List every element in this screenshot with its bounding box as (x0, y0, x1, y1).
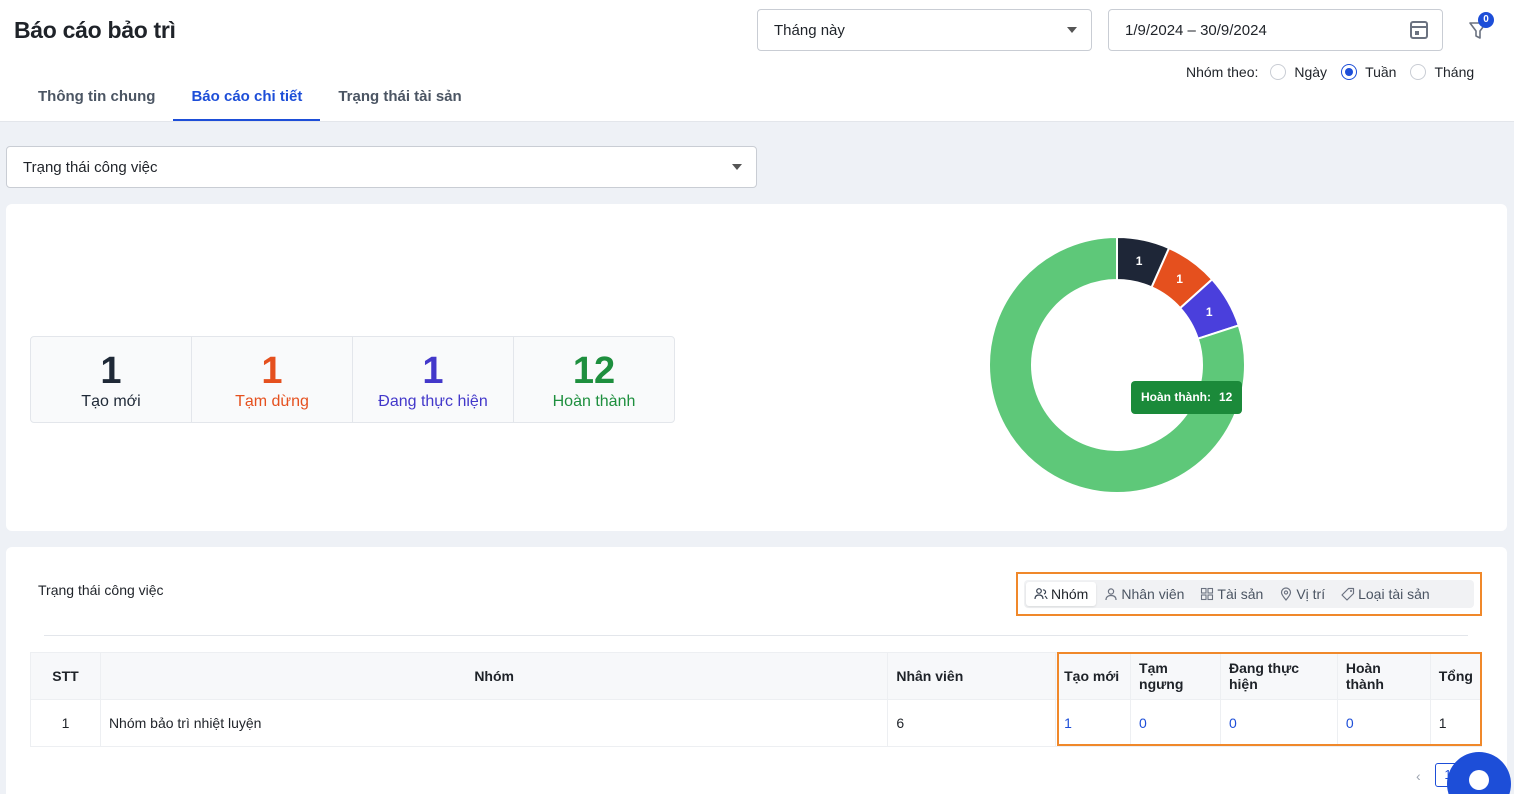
donut-slice-label-3: 12 (980, 430, 991, 444)
radio-week[interactable]: Tuần (1341, 64, 1396, 80)
stat-new: 1 Tạo mới (31, 337, 192, 422)
stat-in-progress: 1 Đang thực hiện (353, 337, 514, 422)
status-donut-chart: 1 1 1 12 (980, 235, 1246, 494)
tooltip-label: Hoàn thành: (1141, 390, 1211, 404)
table-header-row: STT Nhóm Nhân viên Tạo mới Tạm ngưng Đan… (30, 652, 1483, 700)
cell-paused-link[interactable]: 0 (1130, 699, 1221, 747)
cell-in-progress-link[interactable]: 0 (1219, 699, 1338, 747)
col-header-done[interactable]: Hoàn thành (1336, 652, 1431, 700)
col-header-in-progress[interactable]: Đang thực hiện (1219, 652, 1338, 700)
view-staff-label: Nhân viên (1121, 586, 1185, 602)
pagination-prev-button[interactable]: ‹ (1416, 768, 1421, 784)
view-group-button[interactable]: Nhóm (1026, 582, 1097, 606)
stat-in-progress-value: 1 (422, 350, 444, 392)
stat-paused-value: 1 (261, 350, 283, 392)
work-status-table: STT Nhóm Nhân viên Tạo mới Tạm ngưng Đan… (30, 652, 1483, 747)
col-header-new[interactable]: Tạo mới (1055, 652, 1132, 700)
stat-new-value: 1 (100, 350, 122, 392)
cell-staff: 6 (887, 699, 1057, 747)
filter-count-badge: 0 (1478, 12, 1494, 28)
status-stats: 1 Tạo mới 1 Tạm dừng 1 Đang thực hiện 12… (30, 336, 675, 423)
radio-dot (1270, 64, 1287, 80)
tab-bar: Thông tin chung Báo cáo chi tiết Trạng t… (20, 74, 480, 122)
view-staff-button[interactable]: Nhân viên (1096, 582, 1192, 606)
page-title: Báo cáo bảo trì (14, 17, 176, 43)
cell-group: Nhóm bảo trì nhiệt luyện (99, 699, 889, 747)
period-select-value: Tháng này (774, 21, 845, 39)
stat-done-label: Hoàn thành (552, 393, 636, 410)
view-location-button[interactable]: Vị trí (1271, 582, 1333, 606)
status-type-select-value: Trạng thái công việc (23, 158, 158, 176)
cell-new-link[interactable]: 1 (1055, 699, 1132, 747)
col-header-paused[interactable]: Tạm ngưng (1130, 652, 1221, 700)
group-by-options: Nhóm theo: Ngày Tuần Tháng (1186, 64, 1488, 80)
view-asset-label: Tài sản (1217, 586, 1264, 602)
cell-total: 1 (1429, 699, 1483, 747)
radio-day-label: Ngày (1294, 64, 1328, 80)
col-header-total[interactable]: Tổng (1429, 652, 1483, 700)
group-by-label: Nhóm theo: (1186, 64, 1259, 80)
view-location-label: Vị trí (1296, 586, 1326, 602)
tooltip-value: 12 (1219, 390, 1233, 404)
chevron-down-icon (1067, 27, 1077, 33)
page-header: Báo cáo bảo trì Thông tin chung Báo cáo … (0, 0, 1514, 122)
stat-done: 12 Hoàn thành (514, 337, 674, 422)
date-range-value: 1/9/2024 – 30/9/2024 (1125, 21, 1267, 39)
cell-done-link[interactable]: 0 (1336, 699, 1431, 747)
group-icon (1034, 588, 1048, 600)
stat-paused: 1 Tạm dừng (192, 337, 353, 422)
user-icon (1105, 588, 1117, 601)
stat-in-progress-label: Đang thực hiện (378, 393, 488, 410)
radio-week-label: Tuần (1365, 64, 1397, 80)
tab-general-info[interactable]: Thông tin chung (20, 74, 173, 121)
grid-icon (1201, 587, 1214, 601)
section-divider (44, 635, 1468, 636)
view-asset-button[interactable]: Tài sản (1192, 582, 1271, 606)
col-header-stt[interactable]: STT (30, 652, 101, 700)
stat-new-label: Tạo mới (81, 393, 141, 410)
radio-month-label: Tháng (1434, 64, 1475, 80)
view-asset-type-button[interactable]: Loại tài sản (1333, 582, 1438, 606)
table-section-title: Trạng thái công việc (38, 582, 164, 598)
donut-slice-label-2: 1 (1206, 305, 1213, 319)
cell-stt: 1 (30, 699, 101, 747)
col-header-group[interactable]: Nhóm (99, 652, 889, 700)
donut-slice-label-0: 1 (1136, 254, 1143, 268)
col-header-staff[interactable]: Nhân viên (887, 652, 1057, 700)
chart-tooltip: Hoàn thành: 12 (1131, 381, 1243, 414)
date-range-picker[interactable]: 1/9/2024 – 30/9/2024 (1108, 9, 1443, 51)
view-group-label: Nhóm (1051, 586, 1089, 602)
stat-paused-label: Tạm dừng (235, 393, 309, 410)
period-select[interactable]: Tháng này (757, 9, 1092, 51)
chevron-down-icon (732, 164, 742, 170)
table-row: 1 Nhóm bảo trì nhiệt luyện 6 1 0 0 0 1 (30, 699, 1483, 747)
status-type-select[interactable]: Trạng thái công việc (6, 146, 757, 188)
calendar-icon (1410, 21, 1428, 39)
location-pin-icon (1281, 587, 1292, 601)
tab-detailed-report[interactable]: Báo cáo chi tiết (173, 74, 321, 121)
tag-icon (1341, 587, 1355, 601)
view-switcher: Nhóm Nhân viên Tài sản Vị trí Loại tài s… (1016, 572, 1482, 616)
radio-dot (1410, 64, 1427, 80)
view-asset-type-label: Loại tài sản (1358, 586, 1430, 602)
stat-done-value: 12 (572, 350, 616, 392)
radio-day[interactable]: Ngày (1270, 64, 1327, 80)
radio-dot (1341, 64, 1358, 80)
tab-asset-status[interactable]: Trạng thái tài sản (320, 74, 479, 121)
donut-slice-label-1: 1 (1176, 272, 1183, 286)
radio-month[interactable]: Tháng (1410, 64, 1474, 80)
